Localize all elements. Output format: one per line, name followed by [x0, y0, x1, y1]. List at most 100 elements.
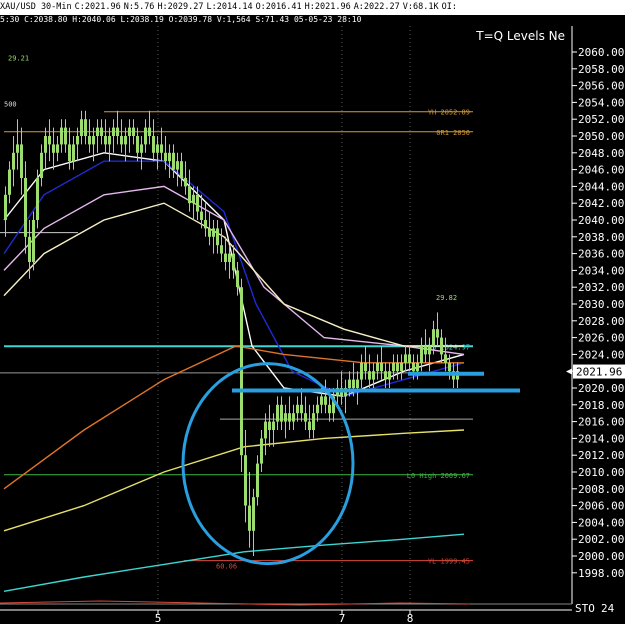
candle-body-5: [24, 178, 27, 237]
y-tick-label-25: 2048.00: [578, 147, 624, 160]
candle-body-58: [236, 270, 239, 288]
candle-body-22: [92, 136, 95, 145]
y-tick-label-19: 2036.00: [578, 248, 624, 261]
candle-body-91: [368, 371, 371, 380]
candle-body-77: [312, 413, 315, 430]
y-tick-label-10: 2018.00: [578, 399, 624, 412]
candle-body-100: [404, 354, 407, 363]
sto-value: 24: [601, 602, 615, 615]
candle-body-66: [268, 421, 271, 430]
candle-body-81: [328, 404, 331, 414]
candle-body-26: [108, 136, 111, 145]
candle-body-86: [348, 379, 351, 388]
candle-body-79: [320, 396, 323, 405]
level-label-1: 0R1 2050: [436, 129, 470, 137]
candle-body-74: [300, 404, 303, 414]
candle-body-31: [128, 127, 131, 136]
candle-body-76: [308, 421, 311, 430]
candle-body-111: [448, 362, 451, 372]
candle-body-105: [424, 346, 427, 355]
candle-body-108: [436, 329, 439, 338]
y-tick-label-31: 2060.00: [578, 46, 624, 59]
y-tick-label-0: 1998.00: [578, 567, 624, 580]
moving-average-5: [3, 429, 465, 532]
chart-window: XAU/USD 30-Min C:2021.96 N:5.76 H:2029.27 L:…: [0, 0, 625, 624]
candle-body-88: [356, 379, 359, 388]
candle-body-62: [252, 497, 255, 531]
price-chart[interactable]: YH 2052.890R1 20500H3 2024.97L0 High 200…: [0, 0, 625, 624]
candle-body-13: [56, 144, 59, 153]
candle-body-43: [176, 161, 179, 170]
candle-body-60: [244, 455, 247, 506]
chart-title: T=Q Levels Ne: [475, 29, 565, 43]
candle-body-0: [4, 194, 7, 220]
candle-body-33: [136, 136, 139, 153]
current-price-label: 2021.96: [576, 366, 622, 379]
candle-body-54: [220, 245, 223, 254]
level-label-3: L0 High 2009.67: [407, 472, 470, 480]
y-tick-label-20: 2038.00: [578, 231, 624, 244]
candle-body-95: [384, 371, 387, 380]
candle-body-92: [372, 371, 375, 380]
y-tick-label-9: 2016.00: [578, 416, 624, 429]
candle-body-63: [256, 463, 259, 498]
annotation-label-3: 500: [4, 101, 17, 109]
candle-body-8: [36, 178, 39, 220]
candle-body-87: [352, 379, 355, 388]
y-tick-label-14: 2026.00: [578, 332, 624, 345]
x-tick-label-2: 8: [407, 612, 414, 624]
annotation-circle: [181, 362, 355, 566]
candle-body-10: [44, 136, 47, 153]
candle-body-56: [228, 253, 231, 262]
y-tick-label-3: 2004.00: [578, 516, 624, 529]
candle-body-19: [80, 119, 83, 136]
x-axis-bg: [0, 610, 572, 624]
candle-body-101: [408, 354, 411, 363]
y-tick-label-30: 2058.00: [578, 63, 624, 76]
current-price-pointer: [566, 368, 572, 375]
candle-body-90: [364, 362, 367, 372]
candle-body-45: [184, 178, 187, 187]
candle-body-59: [240, 287, 243, 456]
candle-body-3: [16, 144, 19, 153]
y-tick-label-24: 2046.00: [578, 164, 624, 177]
candle-body-102: [412, 362, 415, 372]
candle-body-29: [120, 136, 123, 145]
candle-body-40: [164, 152, 167, 162]
candle-body-96: [388, 371, 391, 380]
candle-body-32: [132, 127, 135, 136]
candle-body-17: [72, 144, 75, 162]
y-tick-label-1: 2000.00: [578, 550, 624, 563]
y-tick-label-6: 2010.00: [578, 466, 624, 479]
candle-body-30: [124, 136, 127, 145]
y-tick-label-7: 2012.00: [578, 449, 624, 462]
candle-body-28: [116, 127, 119, 136]
candle-body-11: [48, 136, 51, 145]
candle-body-89: [360, 362, 363, 380]
candle-body-69: [280, 404, 283, 422]
y-tick-label-11: 2020.00: [578, 382, 624, 395]
candle-body-16: [68, 144, 71, 162]
candle-body-98: [396, 362, 399, 372]
y-tick-label-29: 2056.00: [578, 80, 624, 93]
candle-body-27: [112, 127, 115, 136]
candle-body-41: [168, 152, 171, 162]
candle-body-106: [428, 346, 431, 355]
y-tick-label-4: 2006.00: [578, 500, 624, 513]
annotation-label-2: 60.06: [216, 563, 237, 571]
candle-body-20: [84, 119, 87, 136]
y-tick-label-27: 2052.00: [578, 113, 624, 126]
candle-body-55: [224, 253, 227, 262]
y-tick-label-21: 2040.00: [578, 214, 624, 227]
y-tick-label-8: 2014.00: [578, 432, 624, 445]
y-tick-label-2: 2002.00: [578, 533, 624, 546]
candle-body-73: [296, 404, 299, 414]
candle-body-97: [392, 362, 395, 372]
y-tick-label-5: 2008.00: [578, 483, 624, 496]
y-tick-label-16: 2030.00: [578, 298, 624, 311]
candle-body-50: [204, 220, 207, 229]
x-tick-label-0: 5: [155, 612, 162, 624]
x-tick-label-1: 7: [339, 612, 346, 624]
candle-body-68: [276, 404, 279, 422]
candle-body-44: [180, 161, 183, 178]
